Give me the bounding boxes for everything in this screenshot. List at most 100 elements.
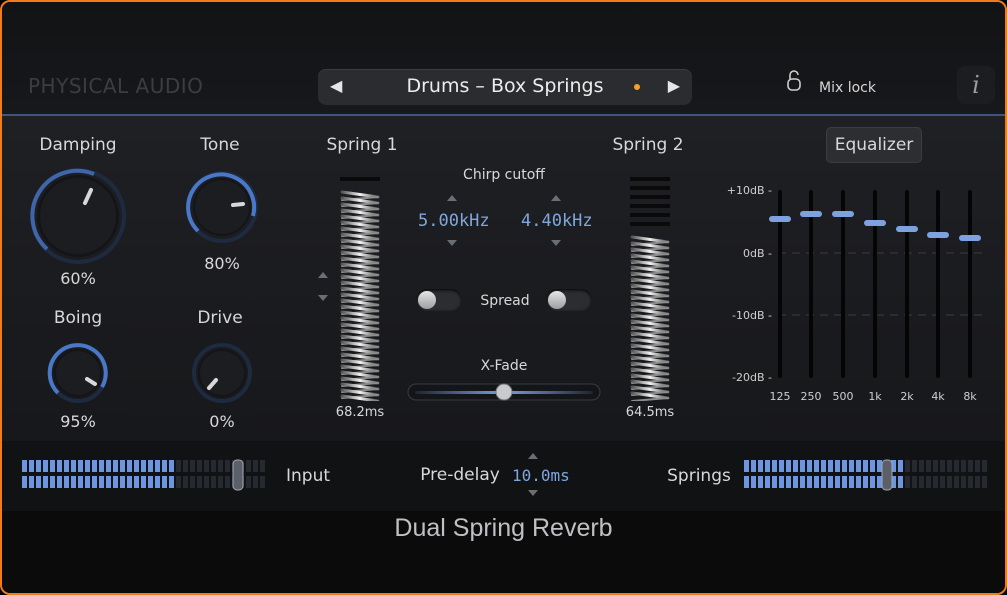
meter-segment (253, 476, 258, 488)
meter-segment (905, 460, 910, 472)
meter-segment (919, 460, 924, 472)
chirp-left-up-arrow-icon[interactable] (447, 195, 457, 201)
spring1-coil[interactable] (338, 175, 382, 401)
springs-label: Springs (667, 466, 731, 486)
boing-knob[interactable] (47, 342, 109, 404)
meter-segment (954, 460, 959, 472)
mix-lock-toggle[interactable]: Mix lock (787, 70, 876, 96)
tone-knob[interactable] (185, 170, 259, 244)
spring-stripe (630, 213, 670, 217)
chirp-cutoff-label: Chirp cutoff (463, 167, 545, 183)
meter-segment (919, 476, 924, 488)
meter-segment (933, 460, 938, 472)
toggle-thumb (548, 291, 566, 309)
meter-segment (218, 476, 223, 488)
plugin-window: PHYSICAL AUDIO ◀ Drums – Box Springs ▶ M… (0, 0, 1007, 595)
meter-segment (772, 476, 777, 488)
brand-logo: PHYSICAL AUDIO (28, 74, 204, 98)
equalizer-graph[interactable]: +10dB - 0dB - -10dB - -20dB - 125 250 500 1k 2k 4… (714, 176, 992, 408)
spring1-down-arrow-icon[interactable] (318, 295, 328, 301)
chirp-left-value[interactable]: 5.00kHz (418, 211, 490, 231)
damping-label: Damping (39, 135, 117, 155)
eq-band-handle (896, 226, 918, 232)
preset-modified-dot (634, 84, 640, 90)
chirp-right-value[interactable]: 4.40kHz (521, 211, 593, 231)
eq-band-track (905, 190, 909, 378)
spring-stripe (630, 222, 670, 226)
meter-segment (947, 476, 952, 488)
meter-segment (975, 460, 980, 472)
meter-segment (849, 476, 854, 488)
meter-segment (176, 460, 181, 472)
meter-segment (106, 476, 111, 488)
meter-segment (870, 476, 875, 488)
meter-segment (197, 476, 202, 488)
meter-segment (751, 476, 756, 488)
meter-segment (744, 476, 749, 488)
info-button[interactable]: i (957, 66, 995, 104)
predelay-value[interactable]: 10.0ms (512, 466, 570, 485)
meter-segment (29, 460, 34, 472)
meter-segment (933, 476, 938, 488)
meter-segment (120, 460, 125, 472)
meter-segment (779, 460, 784, 472)
meter-segment (926, 460, 931, 472)
spring2-coil[interactable] (628, 175, 672, 401)
meter-segment (842, 460, 847, 472)
meter-segment (148, 460, 153, 472)
meter-segment (814, 460, 819, 472)
predelay-up-arrow-icon[interactable] (528, 453, 538, 459)
meter-segment (211, 460, 216, 472)
spread-right-toggle[interactable] (546, 289, 592, 311)
drive-value: 0% (209, 412, 235, 431)
spring2-label: Spring 2 (612, 135, 684, 155)
equalizer-button[interactable]: Equalizer (826, 127, 922, 163)
eq-band-label: 500 (833, 390, 854, 403)
spread-label: Spread (480, 293, 530, 309)
eq-band-label: 125 (770, 390, 791, 403)
spread-left-toggle[interactable] (416, 289, 462, 311)
damping-value: 60% (60, 269, 96, 288)
meter-segment (78, 460, 83, 472)
xfade-slider[interactable] (407, 381, 601, 403)
spring-coil-turn (340, 190, 380, 199)
springs-meter[interactable] (742, 458, 990, 494)
meter-segment (78, 476, 83, 488)
meter-segment (134, 460, 139, 472)
eq-band-handle (959, 235, 981, 241)
product-title: Dual Spring Reverb (394, 514, 613, 542)
spring1-up-arrow-icon[interactable] (318, 272, 328, 278)
meter-segment (71, 476, 76, 488)
spring2-time: 64.5ms (625, 405, 675, 420)
meter-segment (246, 460, 251, 472)
meter-segment (758, 476, 763, 488)
meter-segment (968, 476, 973, 488)
meter-segment (800, 460, 805, 472)
chirp-right-down-arrow-icon[interactable] (551, 240, 561, 246)
meter-segment (141, 476, 146, 488)
meter-segment (779, 476, 784, 488)
eq-band-track (936, 190, 940, 378)
meter-segment (975, 476, 980, 488)
preset-selector[interactable]: ◀ Drums – Box Springs ▶ (318, 69, 692, 105)
input-meter[interactable] (20, 458, 268, 494)
meter-segment (828, 476, 833, 488)
meter-segment (92, 460, 97, 472)
meter-segment (155, 476, 160, 488)
meter-segment (982, 476, 987, 488)
meter-segment (786, 460, 791, 472)
meter-segment (120, 476, 125, 488)
meter-segment (912, 476, 917, 488)
meter-segment (43, 476, 48, 488)
meter-segment (744, 460, 749, 472)
predelay-down-arrow-icon[interactable] (528, 490, 538, 496)
meter-segment (814, 476, 819, 488)
eq-band-label: 2k (900, 390, 914, 403)
damping-knob[interactable] (28, 166, 128, 266)
next-preset-icon[interactable]: ▶ (668, 76, 680, 95)
meter-segment (190, 460, 195, 472)
chirp-left-down-arrow-icon[interactable] (447, 240, 457, 246)
drive-knob[interactable] (191, 342, 253, 404)
chirp-right-up-arrow-icon[interactable] (551, 195, 561, 201)
spring-stripe (630, 186, 670, 190)
